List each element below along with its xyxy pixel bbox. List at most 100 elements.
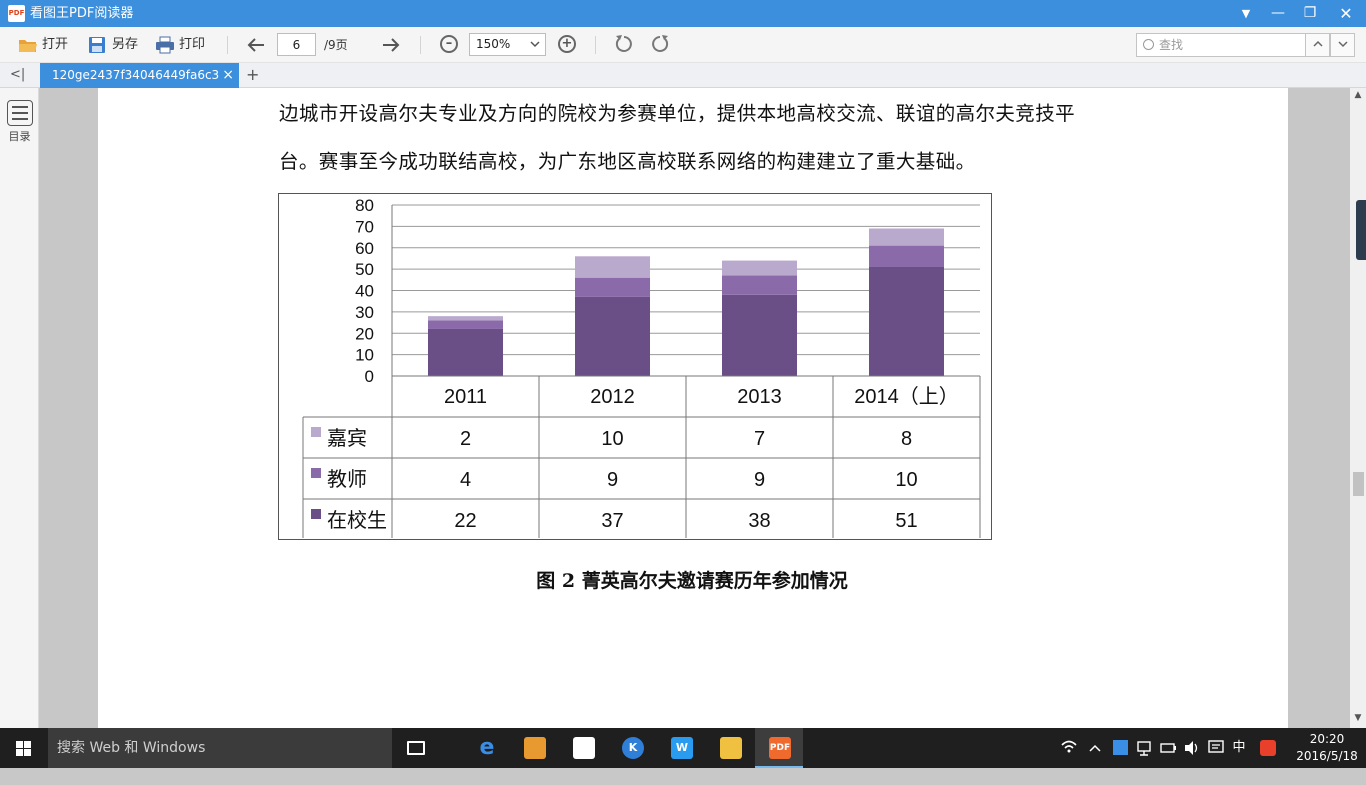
page-total-label: /9页 [324,38,348,52]
tab-bar: <| 120ge2437f34046449fa6c39e × + [0,63,1366,88]
zoom-value: 150% [476,37,511,51]
battery-icon[interactable] [1157,728,1179,768]
taskbar-app-explorer[interactable] [706,728,754,768]
category-label: 2014（上） [854,385,959,408]
folder-icon [18,36,38,54]
menu-dropdown-button[interactable]: ▼ [1229,0,1263,27]
data-cell: 2 [460,428,471,450]
tab-close-icon[interactable]: × [219,63,234,88]
zoom-in-icon[interactable]: + [558,35,576,53]
minimize-button[interactable]: — [1261,0,1295,27]
taskbar-search-input[interactable]: 搜索 Web 和 Windows [48,728,392,768]
restore-button[interactable]: ❐ [1293,0,1327,27]
open-label: 打开 [42,37,69,52]
search-next-button[interactable] [1330,33,1355,57]
toc-label[interactable]: 目录 [0,128,39,144]
k-app-icon: K [622,737,644,759]
data-cell: 10 [601,428,623,450]
stacked-bar-chart: 0 10 20 30 40 50 60 70 80 2011 2012 2013 2014（上） 嘉宾 2 1… [302,196,981,538]
search-prev-button[interactable] [1305,33,1330,57]
tray-expand-icon[interactable] [1085,728,1105,768]
data-cell: 9 [607,469,618,491]
start-button[interactable] [0,728,48,768]
printer-icon [155,36,175,54]
y-tick-label: 20 [355,324,374,343]
legend-swatch [311,427,321,437]
save-as-label: 另存 [112,37,139,52]
tray-app-icon[interactable] [1109,728,1131,768]
taskbar-app-store[interactable] [559,728,607,768]
ime-indicator[interactable]: 中 [1228,728,1250,768]
tab-document[interactable]: 120ge2437f34046449fa6c39e × [40,63,239,88]
bar-segment [575,256,650,278]
tray-app-badge [1113,740,1128,755]
toolbar-divider [227,36,228,54]
edge-icon: e [479,735,495,760]
window-title: 看图王PDF阅读器 [30,6,134,21]
next-page-button[interactable] [379,33,403,57]
clock-time: 20:20 [1309,732,1345,746]
toc-icon[interactable] [7,100,33,126]
scroll-down-icon[interactable]: ▼ [1350,713,1366,723]
wifi-icon[interactable] [1057,728,1081,768]
taskbar-app-wps[interactable]: W [657,728,705,768]
legend-swatch [311,509,321,519]
close-button[interactable]: ✕ [1329,0,1363,27]
scroll-thumb[interactable] [1353,472,1364,496]
taskbar-app-edge[interactable]: e [462,728,510,768]
taskbar-app-package[interactable] [510,728,558,768]
data-cell: 7 [754,428,765,450]
y-tick-label: 10 [355,346,374,365]
bar-segment [722,260,797,276]
bar-segment [869,245,944,267]
pdf-page: 边城市开设高尔夫专业及方向的院校为参赛单位，提供本地高校交流、联谊的高尔夫竞技平… [98,88,1288,728]
data-cell: 37 [601,510,623,532]
scroll-up-icon[interactable]: ▲ [1350,90,1366,100]
open-button[interactable]: 打开 [18,33,68,57]
y-tick-label: 0 [365,367,374,386]
rotate-left-icon[interactable] [613,33,635,55]
prev-page-button[interactable] [244,33,268,57]
toolbar-divider [595,36,596,54]
clock[interactable]: 20:20 2016/5/18 [1288,731,1366,765]
search-icon [1143,39,1154,50]
save-as-button[interactable]: 另存 [88,33,138,57]
rotate-right-icon[interactable] [649,33,671,55]
bar-segment [428,328,503,376]
task-view-button[interactable] [392,728,440,768]
network-icon[interactable] [1133,728,1155,768]
collapse-sidebar-button[interactable]: <| [10,63,25,87]
floating-widget-handle[interactable] [1356,200,1366,260]
data-cell: 22 [454,510,476,532]
data-cell: 9 [754,469,765,491]
category-label: 2011 [444,386,487,408]
new-tab-button[interactable]: + [246,63,259,87]
sogou-badge [1260,740,1276,756]
category-label: 2012 [590,386,635,408]
zoom-select[interactable]: 150% [469,33,546,56]
folder-icon [720,737,742,759]
document-viewer[interactable]: 边城市开设高尔夫专业及方向的院校为参赛单位，提供本地高校交流、联谊的高尔夫竞技平… [39,88,1350,728]
legend-label: 在校生 [327,508,387,532]
notification-icon[interactable] [1205,728,1227,768]
category-label: 2013 [737,386,782,408]
search-input[interactable]: 查找 [1136,33,1306,57]
tab-label: 120ge2437f34046449fa6c39e [52,68,235,82]
taskbar-app-k[interactable]: K [608,728,656,768]
taskbar-app-pdf-reader[interactable]: PDF [755,728,803,768]
search-placeholder: 查找 [1159,38,1184,52]
app-logo-icon: PDF [8,5,25,22]
vertical-scrollbar[interactable]: ▲ ▼ [1350,88,1366,728]
y-tick-label: 80 [355,196,374,215]
print-button[interactable]: 打印 [155,33,205,57]
bar-segment [575,296,650,376]
zoom-out-icon[interactable]: – [440,35,458,53]
title-bar: PDF 看图王PDF阅读器 ▼ — ❐ ✕ [0,0,1366,27]
page-number-input[interactable] [277,33,316,56]
clock-date: 2016/5/18 [1296,749,1358,763]
chevron-down-icon [530,34,540,62]
volume-icon[interactable] [1180,728,1202,768]
sogou-icon[interactable] [1256,728,1280,768]
y-tick-label: 30 [355,303,374,322]
legend-label: 嘉宾 [327,426,367,450]
